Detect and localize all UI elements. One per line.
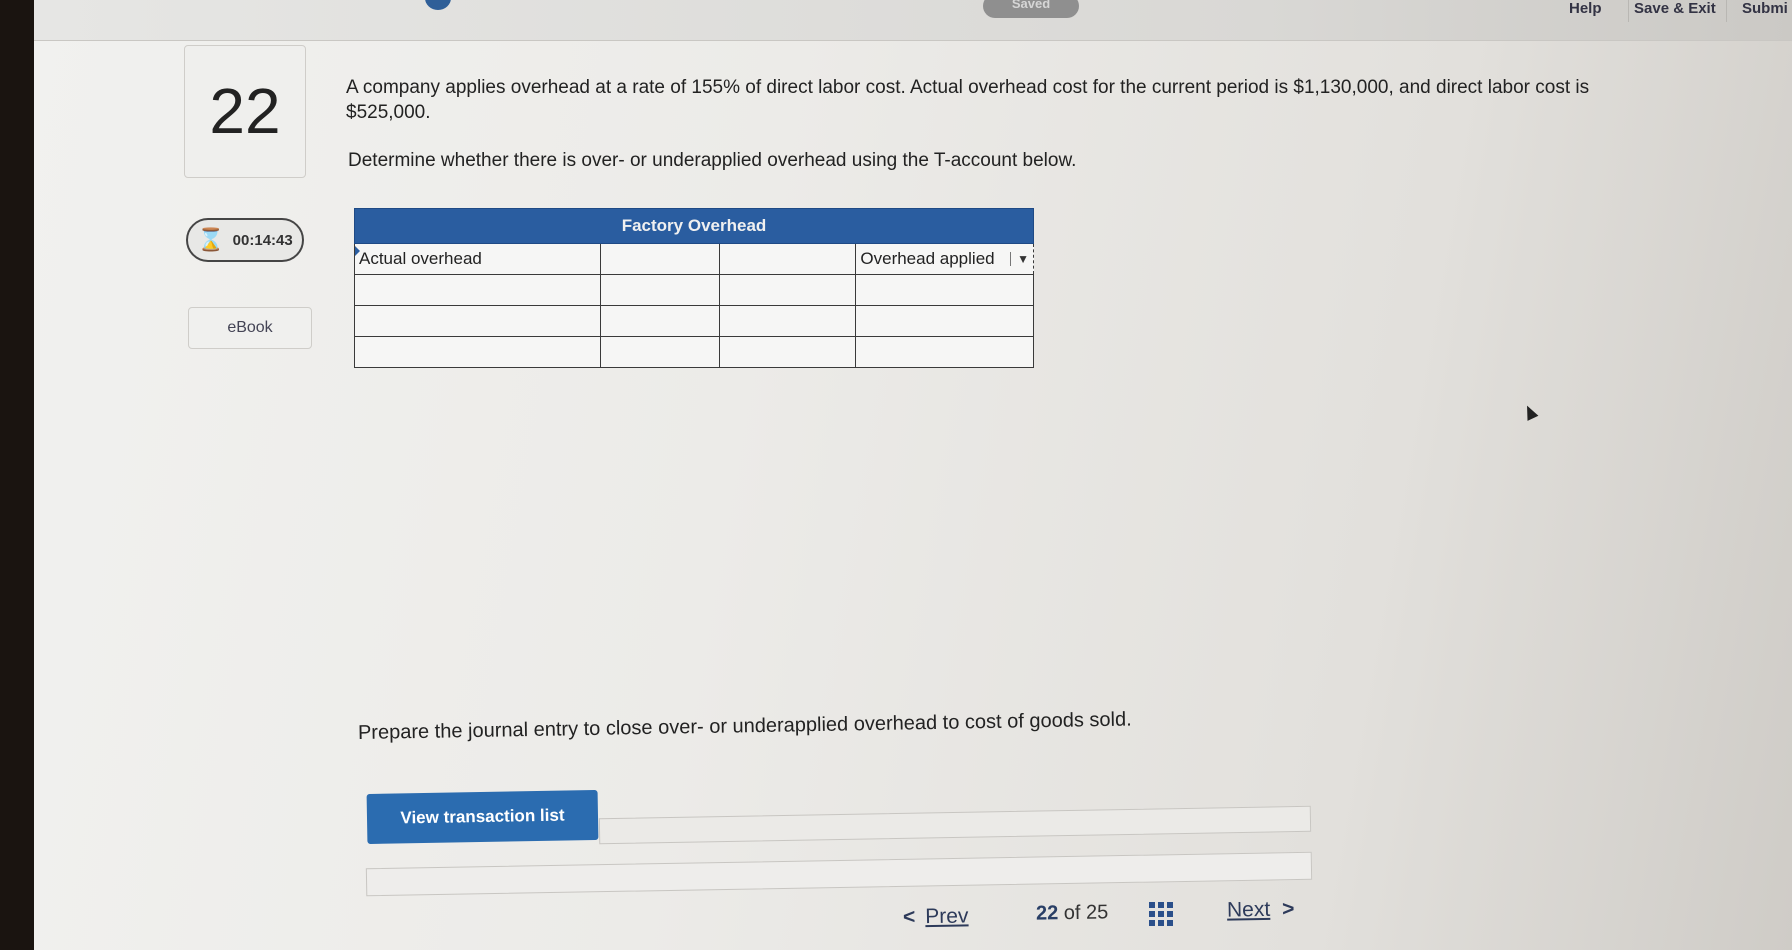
debit-amount-field[interactable] [599, 243, 720, 275]
journal-instruction: Prepare the journal entry to close over-… [357, 708, 1132, 744]
footer-nav: < Prev 22 of 25 Next > [34, 890, 1792, 950]
t-account-table: Factory Overhead Actual overhead Overhea… [354, 208, 1034, 368]
submit-link[interactable]: Submi [1742, 0, 1788, 17]
save-exit-link[interactable]: Save & Exit [1634, 0, 1716, 17]
question-instruction: Determine whether there is over- or unde… [348, 150, 1077, 171]
table-row [354, 274, 1034, 306]
top-bar: Saved Help Save & Exit Submi [34, 0, 1792, 41]
grid-icon[interactable] [1149, 902, 1173, 926]
credit-amount-field[interactable] [718, 336, 857, 368]
screen: Saved Help Save & Exit Submi 22 ⌛ 00:14:… [34, 0, 1792, 950]
credit-amount-field[interactable] [718, 274, 857, 306]
credit-amount-field[interactable] [718, 243, 857, 275]
question-number: 22 [184, 45, 306, 178]
credit-label-dropdown[interactable]: Overhead applied ▼ [855, 243, 1034, 275]
divider [1726, 0, 1727, 22]
table-row: Actual overhead Overhead applied ▼ [354, 243, 1034, 275]
dropdown-arrow-icon[interactable]: ▼ [1010, 252, 1029, 266]
ebook-button[interactable]: eBook [188, 307, 312, 349]
field-marker-icon [355, 246, 360, 256]
table-row [354, 336, 1034, 368]
mouse-cursor-icon [1521, 403, 1539, 421]
debit-amount-field[interactable] [599, 336, 720, 368]
question-text: A company applies overhead at a rate of … [346, 77, 1590, 123]
menu-circle-icon[interactable] [425, 0, 451, 10]
chevron-right-icon: > [1281, 897, 1295, 921]
next-button[interactable]: Next > [1227, 897, 1295, 922]
credit-label-field[interactable] [855, 274, 1034, 306]
credit-label-field[interactable] [855, 336, 1034, 368]
help-link[interactable]: Help [1569, 0, 1602, 17]
timer-value: 00:14:43 [232, 231, 293, 249]
transaction-bar [598, 805, 1312, 845]
credit-label-field[interactable] [855, 305, 1034, 337]
credit-amount-field[interactable] [718, 305, 857, 337]
debit-label-field[interactable] [354, 336, 601, 368]
dropdown-value: Overhead applied [860, 249, 995, 268]
debit-label-field[interactable] [354, 274, 601, 306]
page-indicator: 22 of 25 [1035, 901, 1109, 925]
debit-amount-field[interactable] [599, 305, 720, 337]
prev-button[interactable]: < Prev [903, 904, 969, 929]
debit-label-field[interactable]: Actual overhead [354, 243, 601, 275]
debit-amount-field[interactable] [599, 274, 720, 306]
timer[interactable]: ⌛ 00:14:43 [186, 218, 304, 262]
saved-indicator: Saved [983, 0, 1079, 18]
hourglass-icon: ⌛ [197, 227, 225, 252]
table-row [354, 305, 1034, 337]
chevron-left-icon: < [902, 905, 916, 929]
t-account-title: Factory Overhead [354, 208, 1034, 244]
divider [1628, 0, 1629, 22]
debit-label-field[interactable] [354, 305, 601, 337]
view-transaction-list-button[interactable]: View transaction list [366, 789, 599, 845]
